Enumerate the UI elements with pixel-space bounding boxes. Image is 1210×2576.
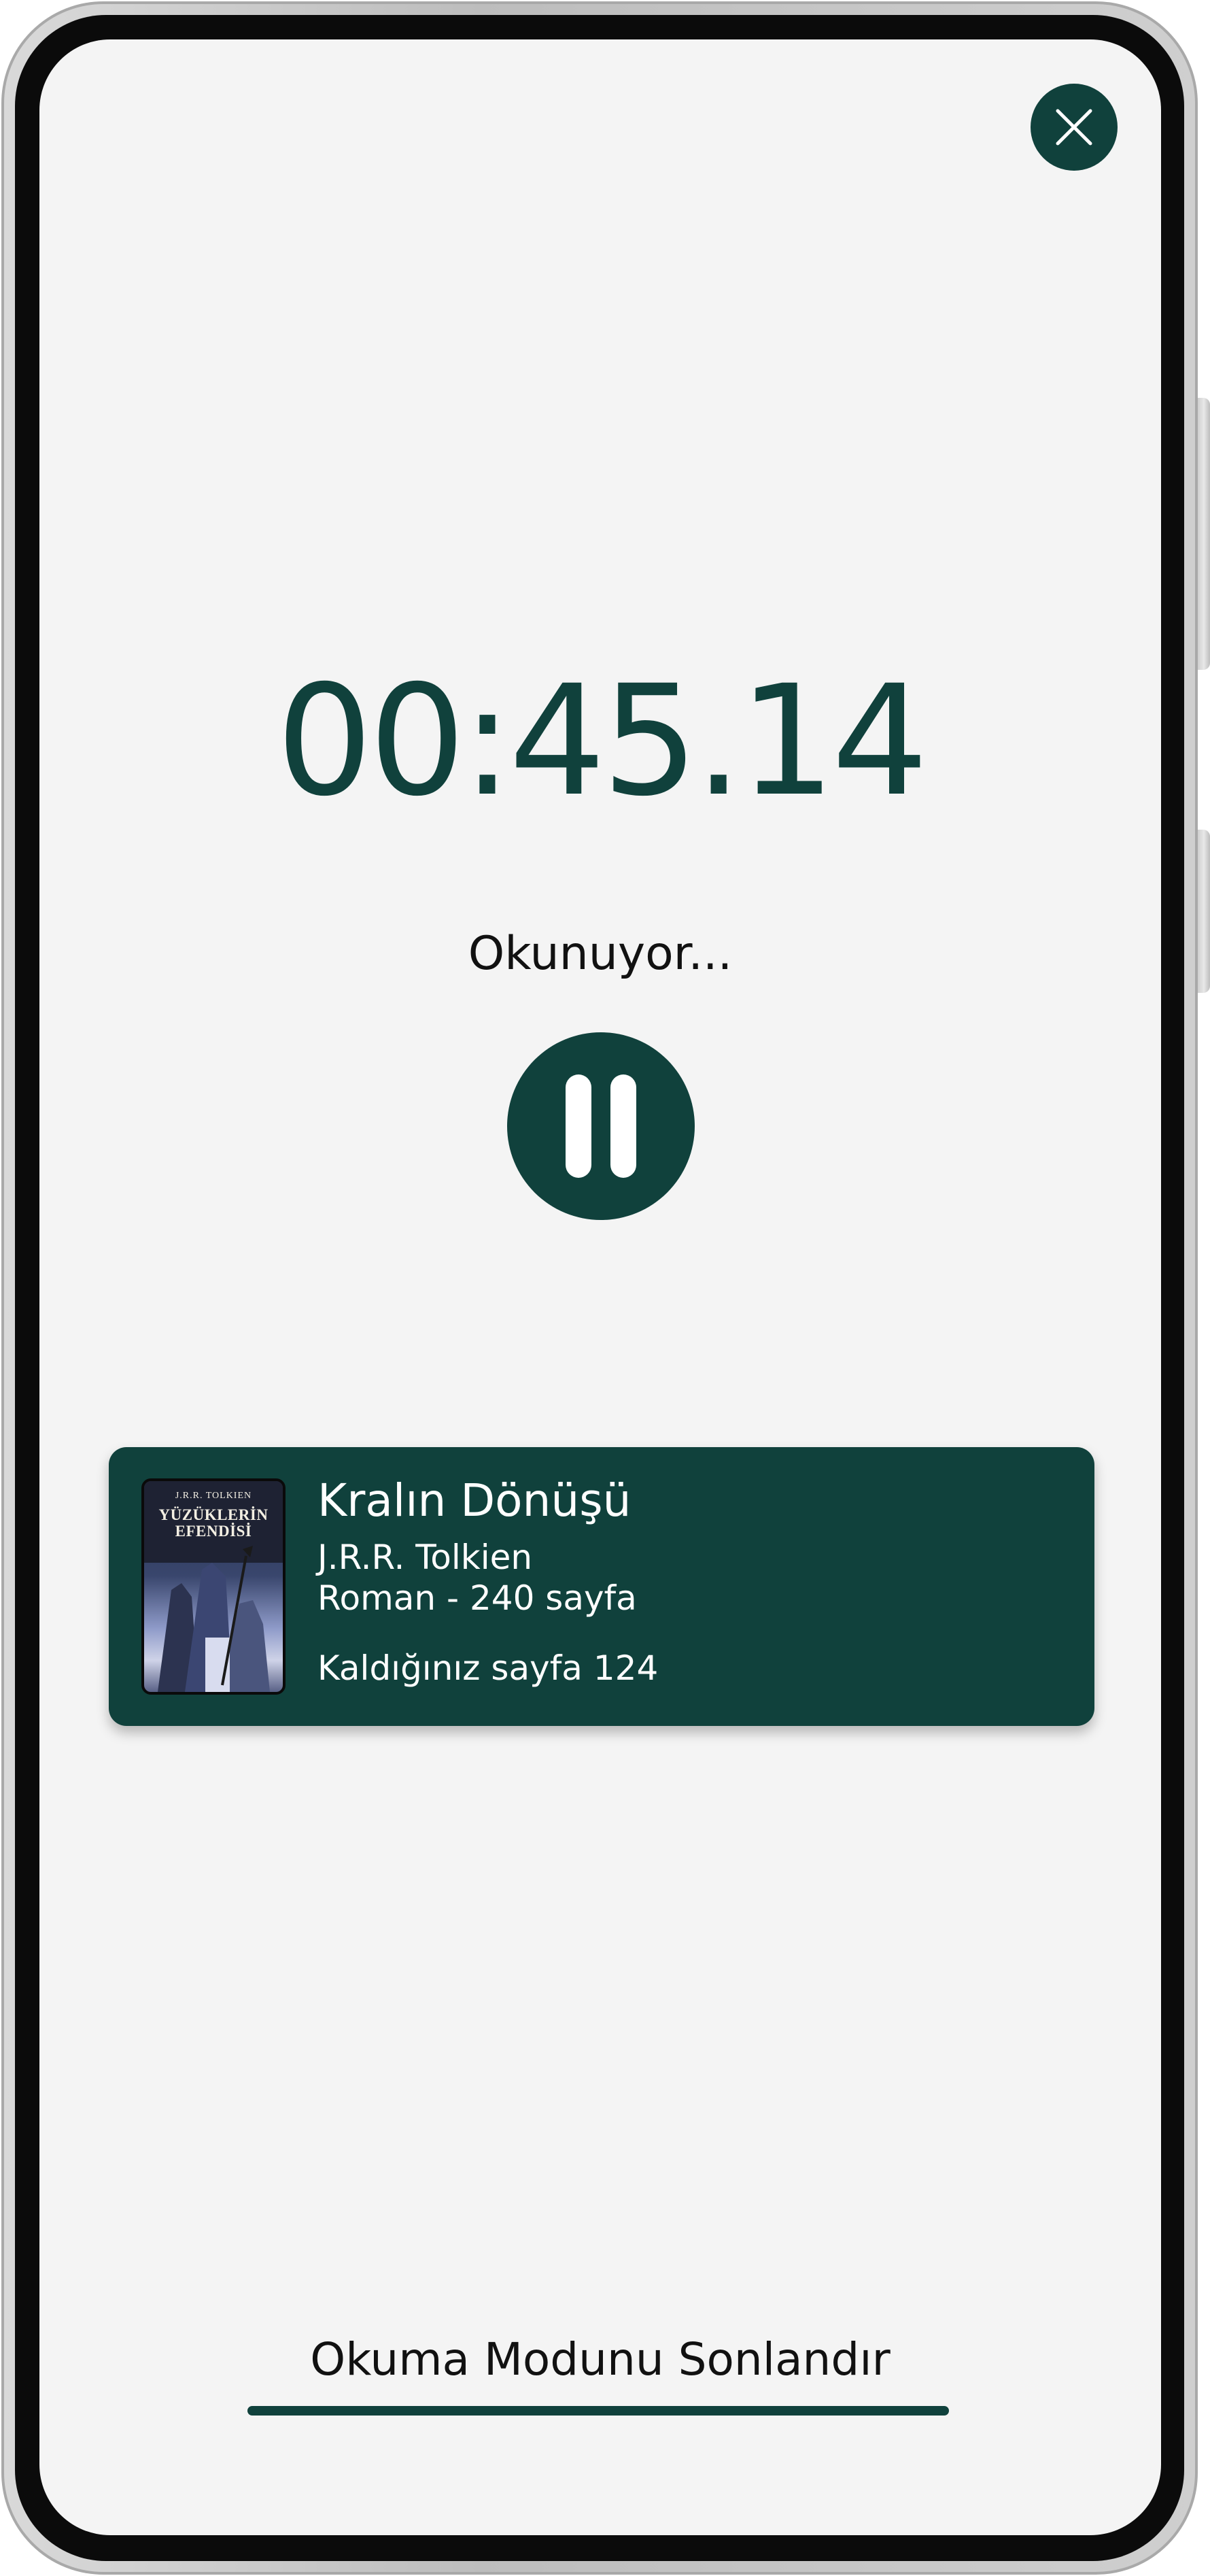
- reading-status: Okunuyor...: [468, 927, 733, 981]
- pause-icon-bar-right: [610, 1074, 636, 1178]
- end-reading-mode-underline: [247, 2406, 949, 2416]
- book-meta: Roman - 240 sayfa: [317, 1578, 637, 1618]
- device-frame: 00:45.14 Okunuyor... J.R.R. TOLKIEN YÜZÜ…: [0, 0, 1210, 2576]
- reading-mode-screen: 00:45.14 Okunuyor... J.R.R. TOLKIEN YÜZÜ…: [39, 39, 1161, 2535]
- cover-title-line2: EFENDİSİ: [175, 1523, 252, 1540]
- close-icon: [1056, 109, 1092, 146]
- book-author: J.R.R. Tolkien: [317, 1538, 533, 1577]
- cover-author-text: J.R.R. TOLKIEN: [175, 1491, 252, 1501]
- power-button: [1198, 830, 1210, 993]
- volume-button: [1198, 398, 1210, 670]
- pause-button[interactable]: [507, 1032, 695, 1220]
- book-current-page: Kaldığınız sayfa 124: [317, 1648, 659, 1688]
- pause-icon-bar-left: [566, 1074, 591, 1178]
- cover-title-text: YÜZÜKLERİN EFENDİSİ: [144, 1507, 283, 1540]
- reading-timer: 00:45.14: [276, 652, 929, 830]
- book-cover-image: J.R.R. TOLKIEN YÜZÜKLERİN EFENDİSİ: [141, 1478, 286, 1695]
- end-reading-mode-button[interactable]: Okuma Modunu Sonlandır: [39, 2333, 1161, 2386]
- cover-title-line1: YÜZÜKLERİN: [158, 1506, 269, 1523]
- current-book-card[interactable]: J.R.R. TOLKIEN YÜZÜKLERİN EFENDİSİ Kralı…: [109, 1447, 1094, 1726]
- book-title: Kralın Dönüşü: [317, 1474, 632, 1527]
- close-button[interactable]: [1031, 84, 1118, 171]
